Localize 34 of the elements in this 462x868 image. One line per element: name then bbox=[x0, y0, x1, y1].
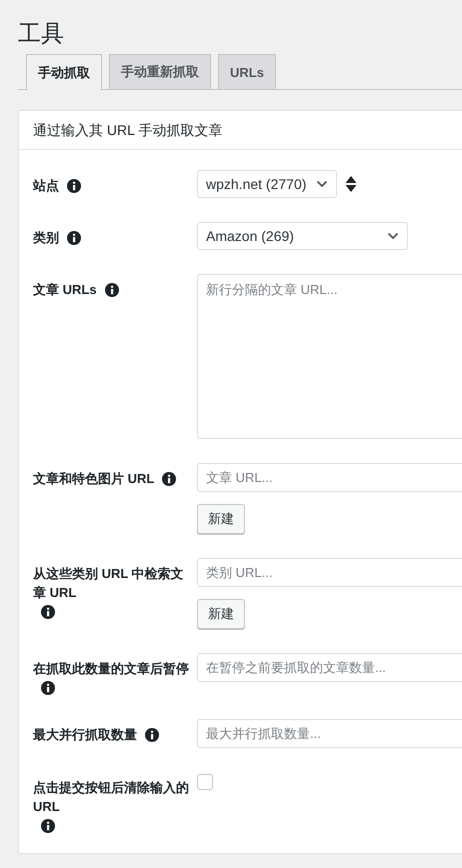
info-icon bbox=[67, 178, 81, 192]
info-icon bbox=[104, 282, 119, 296]
sort-handle-icon[interactable] bbox=[345, 175, 358, 193]
tab[interactable]: 手动抓取 bbox=[26, 54, 102, 90]
tab[interactable]: URLs bbox=[218, 54, 276, 89]
info-icon bbox=[145, 728, 159, 742]
panel-title: 通过输入其 URL 手动抓取文章 bbox=[33, 122, 222, 138]
field-label: 点击提交按钮后清除输入的 URL bbox=[33, 779, 189, 816]
field-label: 从这些类别 URL 中检索文章 URL bbox=[33, 565, 185, 602]
input-field[interactable]: 在暂停之前要抓取的文章数量... bbox=[197, 653, 462, 682]
caret-icon bbox=[387, 232, 399, 240]
urls-textarea[interactable]: 新行分隔的文章 URL... bbox=[197, 274, 462, 439]
new-button[interactable]: 新建 bbox=[197, 504, 245, 534]
input-field[interactable]: 文章 URL... bbox=[197, 463, 462, 492]
field-label: 最大并行抓取数量 bbox=[33, 726, 137, 744]
checkbox[interactable] bbox=[197, 774, 213, 790]
tab[interactable]: 手动重新抓取 bbox=[109, 54, 211, 89]
info-icon bbox=[41, 819, 55, 833]
field-label: 在抓取此数量的文章后暂停 bbox=[33, 660, 189, 678]
field-label: 文章 URLs bbox=[33, 281, 97, 299]
new-button[interactable]: 新建 bbox=[197, 599, 245, 629]
input-field[interactable]: 最大并行抓取数量... bbox=[197, 719, 462, 748]
dropdown[interactable]: wpzh.net (2770) bbox=[197, 170, 338, 198]
info-icon bbox=[41, 681, 55, 695]
field-label: 类别 bbox=[33, 229, 59, 247]
page-title: 工具 bbox=[18, 19, 64, 48]
field-label: 站点 bbox=[33, 177, 59, 195]
dropdown[interactable]: Amazon (269) bbox=[197, 222, 408, 250]
info-icon bbox=[162, 472, 176, 486]
caret-icon bbox=[316, 180, 328, 188]
input-field[interactable]: 类别 URL... bbox=[197, 558, 462, 587]
info-icon bbox=[67, 230, 81, 244]
info-icon bbox=[41, 605, 55, 619]
field-label: 文章和特色图片 URL bbox=[33, 470, 154, 488]
